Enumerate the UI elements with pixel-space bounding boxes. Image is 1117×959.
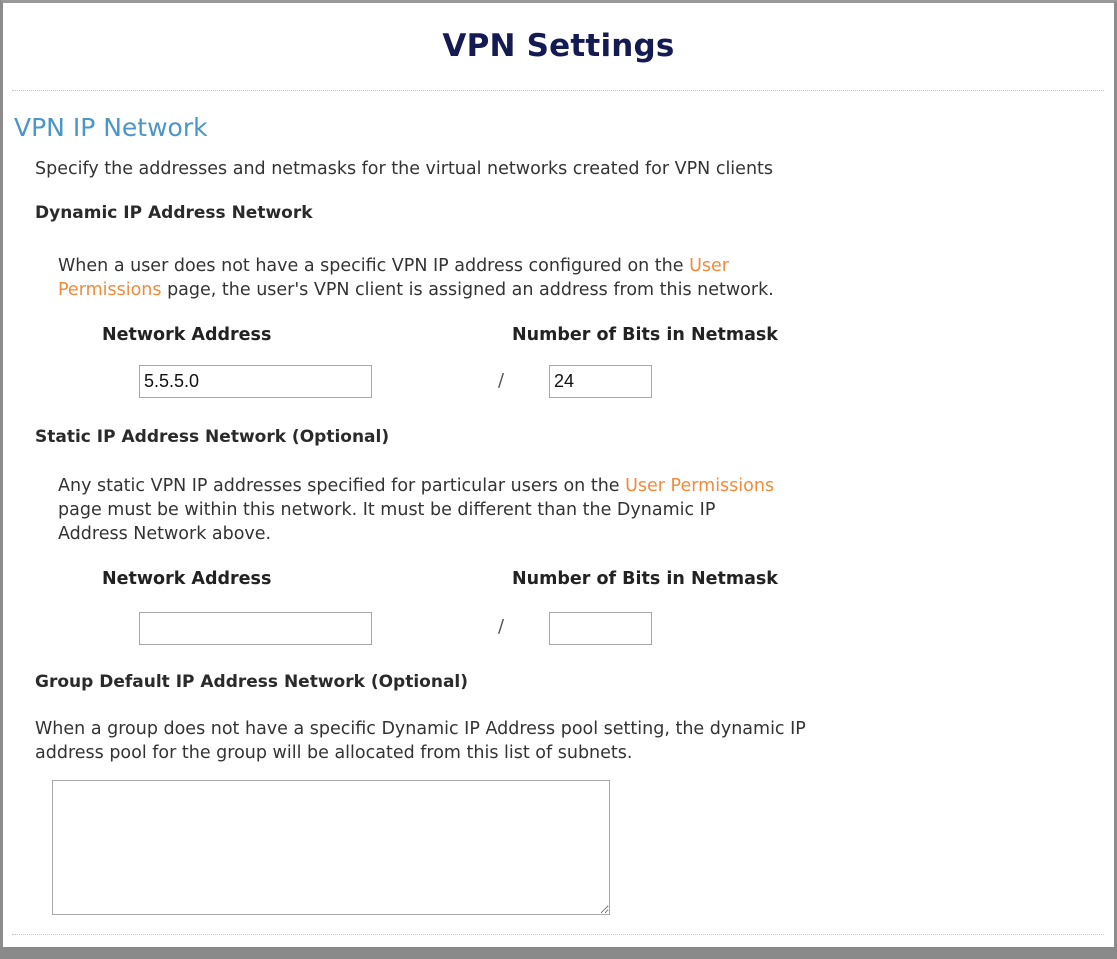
user-permissions-link[interactable]: User bbox=[689, 256, 729, 276]
dynamic-desc-text: When a user does not have a specific VPN… bbox=[58, 256, 690, 276]
user-permissions-link-continued[interactable]: Permissions bbox=[58, 280, 162, 300]
static-network-address-label: Network Address bbox=[102, 569, 272, 589]
dynamic-network-heading: Dynamic IP Address Network bbox=[35, 203, 313, 223]
bottom-divider bbox=[12, 934, 1104, 935]
dynamic-network-description: When a user does not have a specific VPN… bbox=[58, 254, 1018, 302]
dynamic-network-address-label: Network Address bbox=[102, 325, 272, 345]
static-network-description: Any static VPN IP addresses specified fo… bbox=[58, 474, 1018, 546]
dynamic-network-address-input[interactable] bbox=[139, 365, 372, 398]
section-title: VPN IP Network bbox=[14, 113, 208, 142]
static-desc-line-3: Address Network above. bbox=[58, 524, 272, 544]
group-desc-line-2: address pool for the group will be alloc… bbox=[35, 743, 633, 763]
static-desc-text: Any static VPN IP addresses specified fo… bbox=[58, 476, 626, 496]
static-user-permissions-link[interactable]: User Permissions bbox=[625, 476, 774, 496]
dynamic-netmask-bits-label: Number of Bits in Netmask bbox=[512, 325, 778, 345]
group-network-heading: Group Default IP Address Network (Option… bbox=[35, 672, 469, 692]
static-desc-line-2: page must be within this network. It mus… bbox=[58, 500, 716, 520]
dynamic-netmask-bits-input[interactable] bbox=[549, 365, 652, 398]
title-divider bbox=[12, 90, 1104, 91]
static-netmask-bits-input[interactable] bbox=[549, 612, 652, 645]
static-netmask-bits-label: Number of Bits in Netmask bbox=[512, 569, 778, 589]
static-network-address-input[interactable] bbox=[139, 612, 372, 645]
bottom-border bbox=[0, 947, 1117, 959]
static-netmask-separator: / bbox=[498, 616, 505, 637]
dynamic-netmask-separator: / bbox=[498, 370, 505, 391]
dynamic-desc-text-continued: page, the user's VPN client is assigned … bbox=[161, 280, 774, 300]
page-title: VPN Settings bbox=[442, 28, 675, 64]
group-network-description: When a group does not have a specific Dy… bbox=[35, 717, 1085, 765]
section-intro: Specify the addresses and netmasks for t… bbox=[35, 159, 774, 179]
group-desc-line-1: When a group does not have a specific Dy… bbox=[35, 719, 806, 739]
group-subnets-textarea[interactable] bbox=[52, 780, 610, 915]
static-network-heading: Static IP Address Network (Optional) bbox=[35, 427, 390, 447]
